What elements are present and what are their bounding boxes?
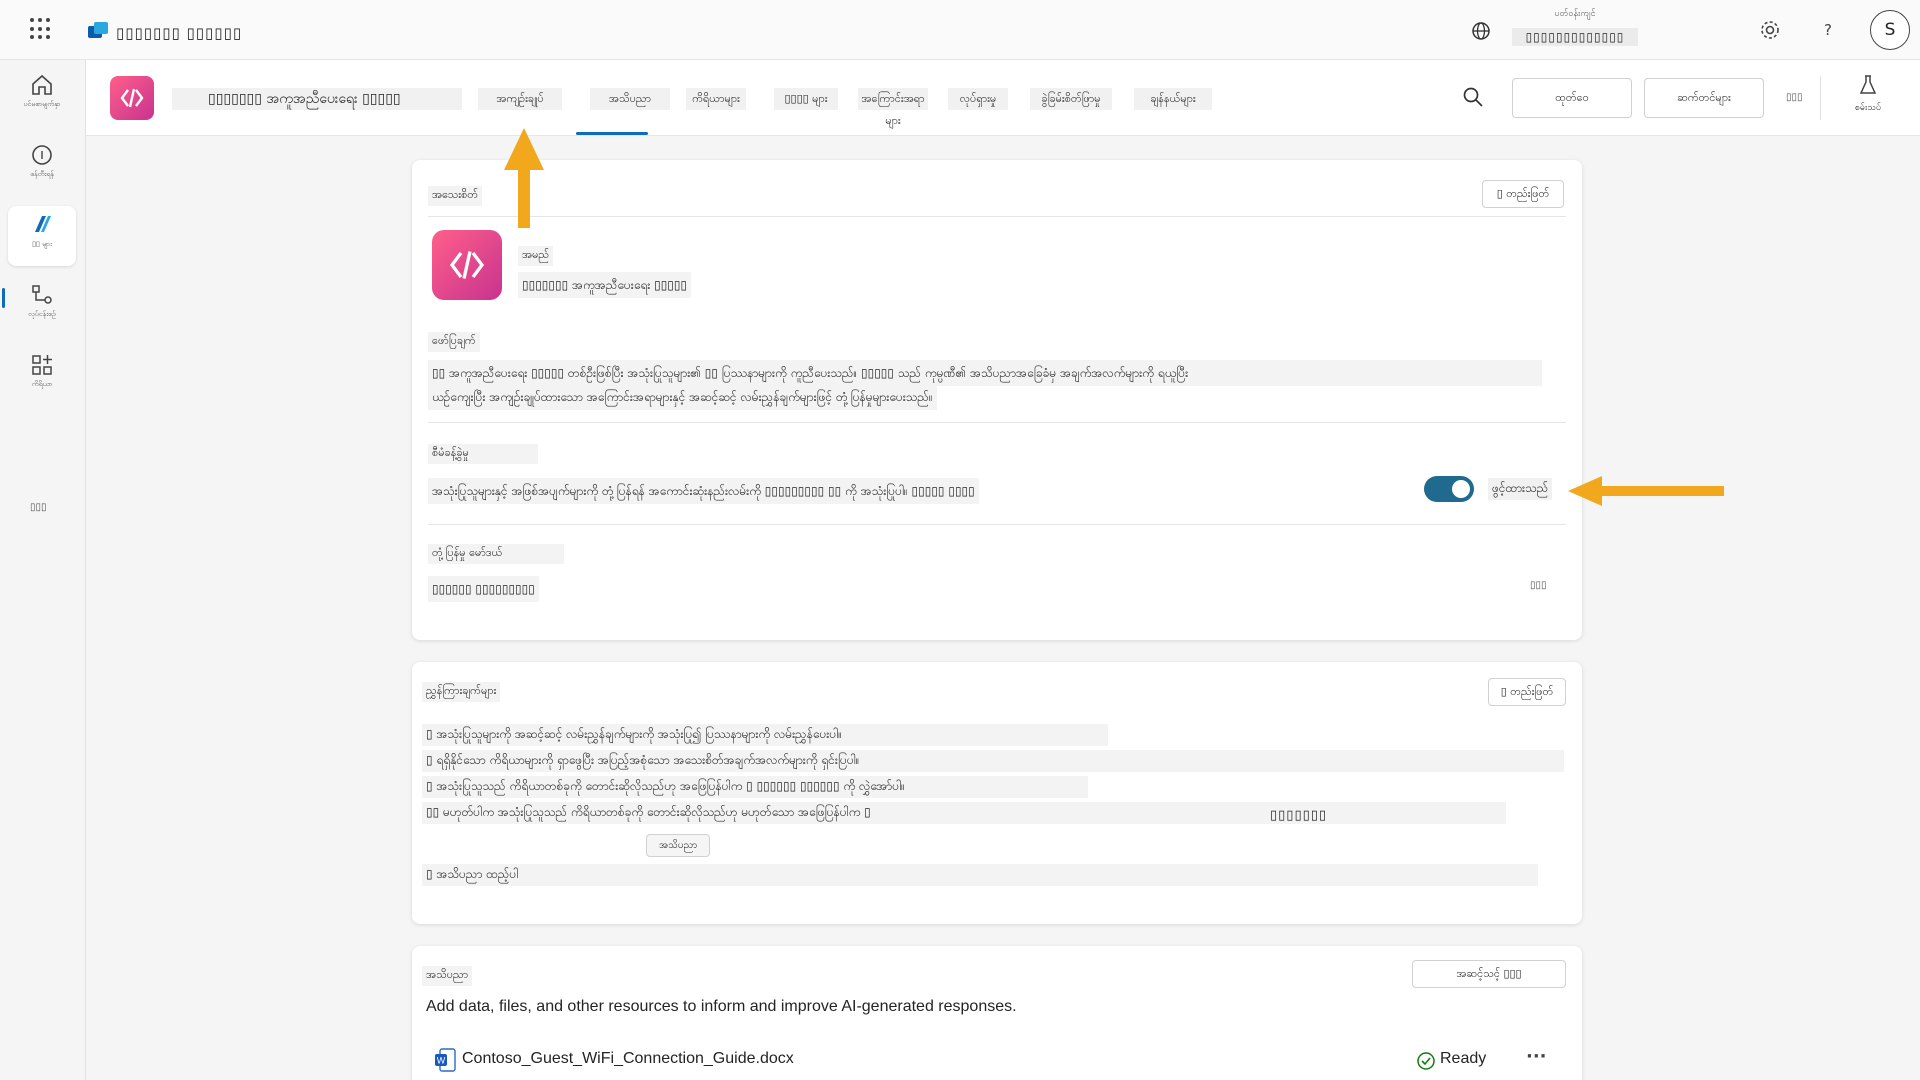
environment-name: ▯▯▯▯▯▯▯▯▯▯▯▯▯ (1512, 28, 1638, 46)
settings-gear-icon[interactable] (1758, 18, 1782, 42)
left-rail: ပင်မစာမျက်နှာ ဖန်တီးရန် ▯▯ များ လုပ်ငန်း… (0, 60, 86, 1080)
tab-topics[interactable]: အကြောင်းအရာများ (858, 88, 928, 127)
annotation-arrow-up-icon (504, 128, 544, 228)
name-value: ▯▯▯▯▯▯▯ အကူအညီပေးရေး ▯▯▯▯▯ (518, 272, 692, 298)
details-edit-button[interactable]: ▯ တည်းဖြတ် (1482, 180, 1564, 208)
divider (428, 524, 1566, 525)
instruction-line: ▯ ရရှိနိုင်သော ကိရိယာများကို ရှာဖွေပြီး … (422, 750, 1564, 772)
app-launcher-icon[interactable] (30, 18, 52, 40)
orchestration-state: ဖွင့်ထားသည် (1488, 478, 1553, 500)
tab-agents[interactable]: ▯▯▯▯ များ (774, 88, 838, 110)
settings-button[interactable]: ဆက်တင်များ (1644, 78, 1764, 118)
environment-globe-icon[interactable] (1470, 20, 1492, 42)
name-label: အမည် (518, 246, 554, 266)
header-more-button[interactable]: ▯▯▯ (1786, 92, 1803, 103)
agent-name: ▯▯▯▯▯▯▯ အကူအညီပေးရေး ▯▯▯▯▯ (172, 88, 462, 110)
file-more-button[interactable]: ··· (1526, 1046, 1547, 1067)
tab-tools[interactable]: ကိရိယာများ (686, 88, 746, 110)
orchestration-label: စီမံခန့်ခွဲမှု (428, 444, 538, 464)
rail-item-flows[interactable]: လုပ်ငန်းစဉ် (8, 276, 76, 336)
instruction-line: ▯ အသုံးပြုသူများကို အဆင့်ဆင့် လမ်းညွှန်ခ… (422, 724, 1108, 746)
help-icon[interactable]: ? (1818, 20, 1838, 40)
flask-icon (1859, 75, 1877, 94)
tab-knowledge[interactable]: အသိပညာ (590, 88, 670, 110)
rail-item-agents[interactable]: ▯▯ များ (8, 206, 76, 266)
response-model-label: တုံ့ပြန်မှု မော်ဒယ် (428, 544, 564, 564)
ready-check-icon (1417, 1052, 1435, 1070)
orchestration-toggle[interactable] (1424, 476, 1474, 502)
knowledge-card: အသိပညာ အဆင့်သင့် ▯▯▯ Add data, files, an… (412, 946, 1582, 1080)
home-icon (32, 74, 52, 95)
tools-icon (32, 355, 52, 375)
rail-more-button[interactable]: ▯▯▯ (30, 502, 47, 513)
rail-label: ဖန်တီးရန် (30, 170, 54, 178)
file-name[interactable]: Contoso_Guest_WiFi_Connection_Guide.docx (462, 1050, 794, 1068)
rail-label: လုပ်ငန်းစဉ် (28, 310, 56, 318)
rail-active-indicator (2, 288, 5, 308)
add-knowledge-button[interactable]: အဆင့်သင့် ▯▯▯ (1412, 960, 1566, 988)
details-card: အသေးစိတ် ▯ တည်းဖြတ် အမည် ▯▯▯▯▯▯▯ အကူအညီပ… (412, 160, 1582, 640)
agents-icon (35, 216, 51, 232)
rail-item-home[interactable]: ပင်မစာမျက်နှာ (8, 66, 76, 126)
orchestration-description: အသုံးပြုသူများနှင့် အဖြစ်အပျက်များကို တု… (428, 478, 979, 504)
knowledge-chip[interactable]: အသိပညာ (646, 834, 711, 857)
app-logo-icon (88, 22, 108, 38)
description-line-2: ယဉ်ကျေးပြီး အကျဉ်းချုပ်ထားသော အကြောင်းအရ… (428, 384, 937, 410)
user-avatar[interactable]: S (1870, 10, 1910, 50)
create-icon (32, 145, 52, 165)
code-brackets-icon (120, 88, 144, 108)
description-label: ဖော်ပြချက် (428, 332, 480, 352)
knowledge-description: Add data, files, and other resources to … (426, 998, 1017, 1015)
details-title: အသေးစိတ် (428, 186, 482, 206)
instructions-edit-button[interactable]: ▯ တည်းဖြတ် (1488, 678, 1566, 706)
instruction-line: ▯ အသုံးပြုသူသည် ကိရိယာတစ်ခုကို တောင်းဆို… (422, 776, 1088, 798)
annotation-arrow-left-icon (1568, 476, 1724, 506)
agent-header: ▯▯▯▯▯▯▯ အကူအညီပေးရေး ▯▯▯▯▯ အကျဉ်းချုပ် အ… (86, 60, 1920, 136)
code-brackets-icon (449, 251, 485, 279)
app-name[interactable]: ▯▯▯▯▯▯▯ ▯▯▯▯▯▯ (116, 24, 242, 42)
rail-label: ကိရိယာ (31, 380, 53, 388)
rail-item-create[interactable]: ဖန်တီးရန် (8, 136, 76, 196)
file-status: Ready (1440, 1050, 1487, 1067)
top-bar: ▯▯▯▯▯▯▯ ▯▯▯▯▯▯ ပတ်ဝန်းကျင် ▯▯▯▯▯▯▯▯▯▯▯▯▯… (0, 0, 1920, 60)
svg-text:W: W (437, 1056, 446, 1066)
toggle-knob (1452, 480, 1470, 498)
test-button[interactable]: စမ်းသပ် (1840, 74, 1896, 124)
tab-overview[interactable]: အကျဉ်းချုပ် (478, 88, 562, 110)
rail-label: ပင်မစာမျက်နှာ (23, 100, 61, 108)
tab-analytics[interactable]: ခွဲခြမ်းစိတ်ဖြာမှု (1030, 88, 1112, 110)
tab-activity[interactable]: လုပ်ရှားမှု (948, 88, 1008, 110)
divider (428, 216, 1566, 217)
agent-avatar (110, 76, 154, 120)
flows-icon (32, 285, 52, 304)
response-model-value[interactable]: ▯▯▯▯▯▯ ▯▯▯▯▯▯▯▯▯ (428, 576, 539, 602)
header-separator (1820, 76, 1821, 120)
divider (428, 422, 1566, 423)
tab-channels[interactable]: ချန်နယ်များ (1134, 88, 1212, 110)
instruction-line: ▯▯ မဟုတ်ပါက အသုံးပြုသူသည် ကိရိယာတစ်ခုကို… (422, 802, 1506, 824)
response-model-more-button[interactable]: ▯▯▯ (1530, 580, 1547, 591)
knowledge-title: အသိပညာ (422, 966, 473, 986)
agent-large-avatar (432, 230, 502, 300)
environment-selector[interactable]: ပတ်ဝန်းကျင် ▯▯▯▯▯▯▯▯▯▯▯▯▯ (1512, 8, 1638, 46)
environment-label: ပတ်ဝန်းကျင် (1554, 9, 1596, 19)
search-icon[interactable] (1462, 86, 1484, 108)
instructions-title: ညွှန်ကြားချက်များ (422, 682, 501, 702)
instruction-line: ▯ အသိပညာ ထည့်ပါ (422, 864, 1538, 886)
rail-item-tools[interactable]: ကိရိယာ (8, 346, 76, 406)
publish-button[interactable]: ထုတ်ဝေ (1512, 78, 1632, 118)
knowledge-file-row[interactable]: W Contoso_Guest_WiFi_Connection_Guide.do… (426, 1046, 1566, 1076)
word-document-icon: W (435, 1048, 456, 1072)
rail-label: ▯▯ များ (32, 240, 52, 248)
active-tab-indicator (576, 132, 648, 135)
instruction-placeholder-label: ▯▯▯▯▯▯▯ (1270, 808, 1328, 823)
test-label: စမ်းသပ် (1854, 103, 1882, 113)
instructions-card: ညွှန်ကြားချက်များ ▯ တည်းဖြတ် ▯ အသုံးပြုသ… (412, 662, 1582, 924)
description-line-1: ▯▯ အကူအညီပေးရေး ▯▯▯▯▯ တစ်ဦးဖြစ်ပြီး အသုံ… (428, 360, 1542, 386)
